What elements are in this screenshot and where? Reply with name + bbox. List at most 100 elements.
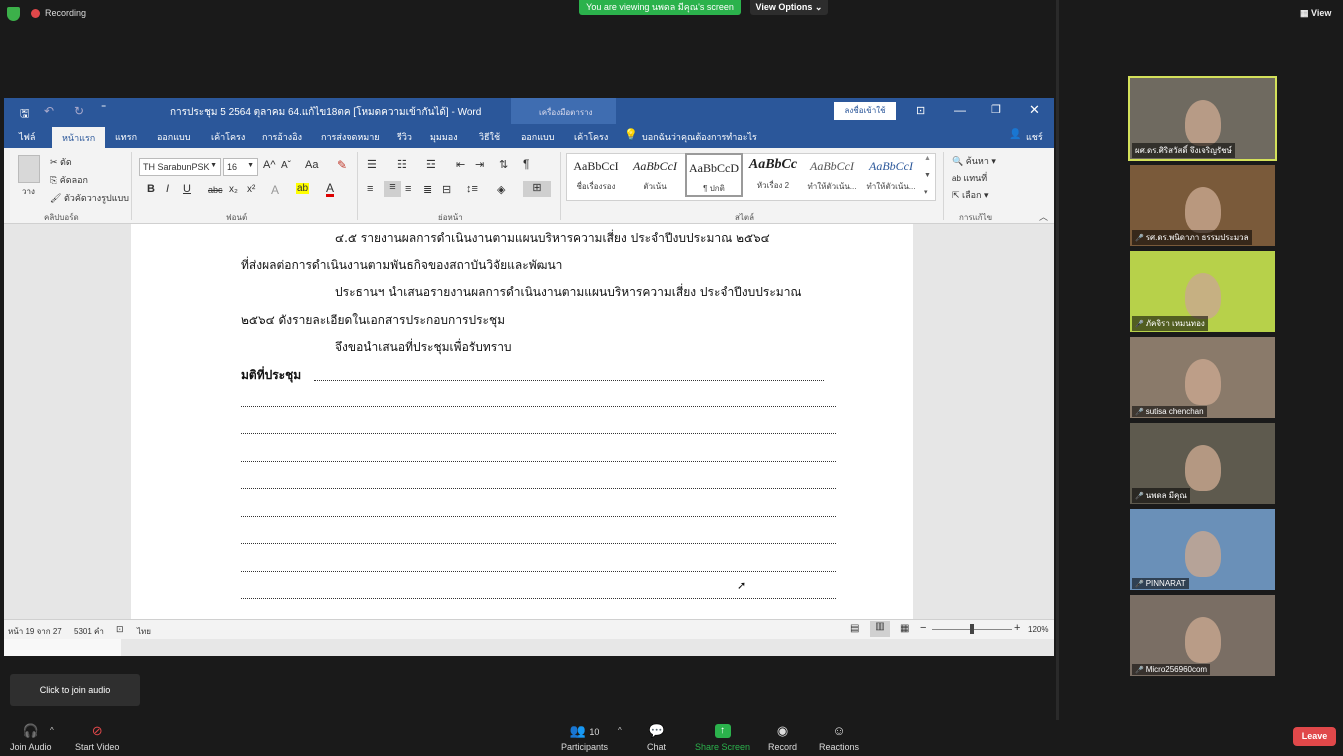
tab-help[interactable]: วิธีใช้ [479,130,500,144]
shrink-font-button[interactable]: Aˇ [281,160,291,171]
participant-tile[interactable]: 🎤 ภัคจิรา เหมนทอง [1130,251,1275,332]
font-size-select[interactable]: 16 ▼ [223,158,258,176]
print-layout-icon[interactable]: ▥ [870,621,890,637]
tab-table-layout[interactable]: เค้าโครง [574,130,608,144]
styles-more-icon[interactable]: ▾ [924,188,928,196]
web-layout-icon[interactable]: ▦ [900,623,909,634]
replace-button[interactable]: ab แทนที่ [952,171,987,185]
align-left-icon[interactable]: ≡ [367,183,373,195]
show-marks-icon[interactable]: ¶ [523,157,529,171]
ribbon-display-icon[interactable]: ⊡ [916,104,925,117]
italic-button[interactable]: I [166,183,169,195]
font-name-select[interactable]: TH SarabunPSK ▼ [139,158,221,176]
redo-icon[interactable]: ↻ [74,104,84,118]
save-icon[interactable]: 🖫 [20,105,29,124]
line-spacing-icon[interactable]: ↕≡ [466,183,478,195]
text-effects-button[interactable]: A [271,183,279,197]
start-video-button[interactable]: ⊘ Start Video [75,724,119,753]
language-indicator[interactable]: ไทย [137,625,151,638]
join-audio-button[interactable]: 🎧 Join Audio [10,724,52,753]
align-center-icon[interactable]: ≡ [384,181,401,197]
participant-tile[interactable]: 🎤 PINNARAT [1130,509,1275,590]
copy-button[interactable]: ⎘ คัดลอก [50,173,88,187]
borders-icon[interactable]: ⊞ [523,181,551,197]
style-intense-emphasis[interactable]: AaBbCcI ทำให้ตัวเน้น... [862,153,920,197]
tab-file[interactable]: ไฟล์ [19,130,35,144]
view-button[interactable]: ▦ View [1300,8,1331,19]
style-heading-2[interactable]: AaBbCc หัวเรื่อง 2 [744,153,802,197]
audio-options-chevron-icon[interactable]: ^ [50,726,54,735]
zoom-slider-thumb[interactable] [970,624,974,634]
cut-button[interactable]: ✂ ตัด [50,155,72,169]
participant-tile[interactable]: 🎤 Micro256960com [1130,595,1275,676]
style-normal[interactable]: AaBbCcD ¶ ปกติ [685,153,743,197]
tab-home[interactable]: หน้าแรก [52,127,106,148]
page-count[interactable]: หน้า 19 จาก 27 [8,625,62,638]
word-count[interactable]: 5301 คำ [74,625,104,638]
underline-button[interactable]: U [183,183,191,195]
format-painter-button[interactable]: 🖌 ตัวคัดวางรูปแบบ [50,191,129,205]
tab-table-design[interactable]: ออกแบบ [521,130,555,144]
bullets-icon[interactable]: ☰ [367,158,377,171]
numbering-icon[interactable]: ☷ [397,158,407,171]
font-color-button[interactable]: A [326,182,335,197]
tab-design[interactable]: ออกแบบ [157,130,191,144]
align-right-icon[interactable]: ≡ [405,183,411,195]
subscript-button[interactable]: x₂ [229,184,238,195]
record-button[interactable]: ◉ Record [768,724,797,753]
tell-me-box[interactable]: บอกฉันว่าคุณต้องการทำอะไร [642,130,757,144]
signin-button[interactable]: ลงชื่อเข้าใช้ [834,102,896,120]
zoom-out-button[interactable]: − [920,622,926,634]
distributed-icon[interactable]: ⊟ [442,183,451,196]
read-mode-icon[interactable]: ▤ [850,623,859,634]
tab-view[interactable]: มุมมอง [430,130,458,144]
tab-mailings[interactable]: การส่งจดหมาย [321,130,380,144]
paste-icon[interactable] [18,155,40,183]
decrease-indent-icon[interactable]: ⇤ [456,158,465,171]
bold-button[interactable]: B [147,183,155,195]
shading-icon[interactable]: ◈ [497,183,505,196]
chat-button[interactable]: 💬 Chat [647,724,666,753]
view-options-button[interactable]: View Options ⌄ [750,0,828,15]
leave-button[interactable]: Leave [1293,727,1336,746]
justify-icon[interactable]: ≣ [423,183,432,196]
tab-insert[interactable]: แทรก [115,130,137,144]
zoom-level[interactable]: 120% [1028,625,1048,634]
share-button[interactable]: แชร์ [1026,130,1043,144]
sort-icon[interactable]: ⇅ [499,158,508,171]
collapse-ribbon-icon[interactable]: ︿ [1039,210,1048,223]
tab-references[interactable]: การอ้างอิง [262,130,302,144]
highlight-button[interactable]: ab [296,183,310,194]
participants-button[interactable]: 👥 10 Participants [561,724,608,753]
proofing-icon[interactable]: ⊡ [116,624,124,635]
reactions-button[interactable]: ☺ Reactions [819,724,859,753]
styles-scroll-down-icon[interactable]: ▼ [924,172,931,179]
participant-tile[interactable]: 🎤 รศ.ดร.พนิดาภา ธรรมประมวล [1130,165,1275,246]
share-screen-button[interactable]: ↑ Share Screen [695,724,750,752]
share-divider[interactable] [1056,0,1059,720]
document-page[interactable]: ๔.๕ รายงานผลการดำเนินงานตามแผนบริหารความ… [131,224,913,619]
close-icon[interactable]: ✕ [1029,102,1040,118]
find-button[interactable]: 🔍 ค้นหา ▾ [952,154,996,168]
increase-indent-icon[interactable]: ⇥ [475,158,484,171]
grow-font-button[interactable]: A^ [263,159,276,171]
tab-layout[interactable]: เค้าโครง [211,130,245,144]
undo-icon[interactable]: ↶ [44,104,54,118]
change-case-button[interactable]: Aa [305,159,318,171]
security-shield-icon[interactable] [7,7,20,21]
style-subtitle[interactable]: AaBbCcI ชื่อเรื่องรอง [567,153,625,197]
styles-scroll-up-icon[interactable]: ▲ [924,155,931,162]
participants-chevron-icon[interactable]: ^ [618,726,622,735]
participant-tile[interactable]: 🎤 sutisa chenchan [1130,337,1275,418]
strikethrough-button[interactable]: abc [208,185,223,195]
restore-icon[interactable]: ❐ [991,103,1001,116]
style-subtle-emphasis[interactable]: AaBbCcI ทำให้ตัวเน้น... [803,153,861,197]
select-button[interactable]: ⇱ เลือก ▾ [952,188,989,202]
style-emphasis[interactable]: AaBbCcI ตัวเน้น [626,153,684,197]
tab-review[interactable]: รีวิว [397,130,412,144]
multilevel-list-icon[interactable]: ☲ [426,158,436,171]
participant-tile[interactable]: 🎤 นพดล มีคุณ [1130,423,1275,504]
customize-qat-icon[interactable]: ⁼ [101,103,106,114]
superscript-button[interactable]: x² [247,184,255,195]
minimize-icon[interactable]: — [954,103,966,117]
